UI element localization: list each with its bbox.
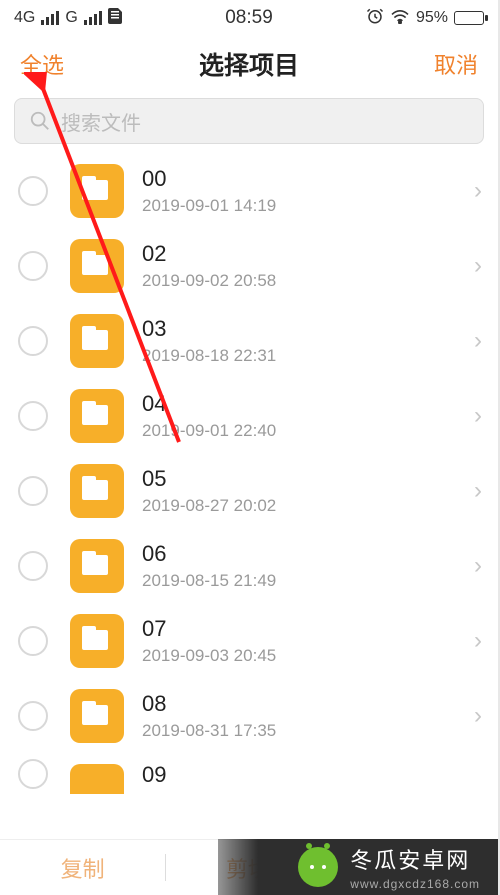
folder-icon (70, 764, 124, 794)
item-name: 00 (142, 166, 474, 192)
checkbox[interactable] (18, 176, 48, 206)
search-input[interactable]: 搜索文件 (14, 98, 484, 144)
network-4g-label: 4G (14, 9, 35, 27)
item-date: 2019-09-01 14:19 (142, 196, 474, 216)
item-name: 02 (142, 241, 474, 267)
copy-button[interactable]: 复制 (0, 840, 165, 895)
checkbox[interactable] (18, 551, 48, 581)
folder-list[interactable]: 00 2019-09-01 14:19 › 02 2019-09-02 20:5… (0, 154, 498, 895)
checkbox[interactable] (18, 401, 48, 431)
item-name: 09 (142, 762, 482, 788)
chevron-right-icon: › (474, 627, 486, 655)
folder-icon (70, 614, 124, 668)
watermark: 冬瓜安卓网 www.dgxcdz168.com (218, 839, 498, 895)
signal-bars-icon (41, 11, 59, 25)
wifi-icon (390, 8, 410, 29)
list-item[interactable]: 02 2019-09-02 20:58 › (0, 228, 498, 303)
item-date: 2019-08-27 20:02 (142, 496, 474, 516)
item-name: 04 (142, 391, 474, 417)
list-item[interactable]: 04 2019-09-01 22:40 › (0, 378, 498, 453)
item-name: 07 (142, 616, 474, 642)
folder-icon (70, 164, 124, 218)
checkbox[interactable] (18, 626, 48, 656)
network-g-label: G (65, 9, 77, 27)
item-name: 03 (142, 316, 474, 342)
item-name: 06 (142, 541, 474, 567)
folder-icon (70, 239, 124, 293)
status-time: 08:59 (225, 7, 273, 29)
chevron-right-icon: › (474, 552, 486, 580)
item-date: 2019-09-02 20:58 (142, 271, 474, 291)
cancel-button[interactable]: 取消 (418, 48, 478, 80)
list-item[interactable]: 06 2019-08-15 21:49 › (0, 528, 498, 603)
item-date: 2019-08-15 21:49 (142, 571, 474, 591)
watermark-name: 冬瓜安卓网 (350, 848, 470, 873)
search-placeholder: 搜索文件 (61, 107, 141, 136)
status-bar: 4G G 08:59 95% (0, 0, 498, 36)
list-item[interactable]: 07 2019-09-03 20:45 › (0, 603, 498, 678)
chevron-right-icon: › (474, 252, 486, 280)
search-icon (29, 110, 51, 132)
item-date: 2019-08-18 22:31 (142, 346, 474, 366)
chevron-right-icon: › (474, 702, 486, 730)
list-item[interactable]: 05 2019-08-27 20:02 › (0, 453, 498, 528)
sim-icon (108, 8, 122, 29)
chevron-right-icon: › (474, 327, 486, 355)
chevron-right-icon: › (474, 402, 486, 430)
folder-icon (70, 464, 124, 518)
select-all-button[interactable]: 全选 (20, 48, 80, 80)
chevron-right-icon: › (474, 477, 486, 505)
item-name: 05 (142, 466, 474, 492)
chevron-right-icon: › (474, 177, 486, 205)
list-item[interactable]: 00 2019-09-01 14:19 › (0, 154, 498, 228)
list-item[interactable]: 09 (0, 753, 498, 794)
battery-icon (454, 11, 484, 25)
folder-icon (70, 689, 124, 743)
item-date: 2019-08-31 17:35 (142, 721, 474, 741)
signal-bars-icon (84, 11, 102, 25)
folder-icon (70, 539, 124, 593)
folder-icon (70, 314, 124, 368)
alarm-icon (366, 7, 384, 30)
item-date: 2019-09-03 20:45 (142, 646, 474, 666)
screen: 4G G 08:59 95% 全选 选择项目 取消 搜索文 (0, 0, 500, 895)
item-name: 08 (142, 691, 474, 717)
watermark-url: www.dgxcdz168.com (350, 877, 480, 891)
page-title: 选择项目 (80, 46, 418, 82)
checkbox[interactable] (18, 476, 48, 506)
battery-text: 95% (416, 9, 448, 27)
list-item[interactable]: 03 2019-08-18 22:31 › (0, 303, 498, 378)
checkbox[interactable] (18, 701, 48, 731)
android-icon (298, 847, 338, 887)
checkbox[interactable] (18, 326, 48, 356)
nav-bar: 全选 选择项目 取消 (0, 36, 498, 92)
list-item[interactable]: 08 2019-08-31 17:35 › (0, 678, 498, 753)
checkbox[interactable] (18, 759, 48, 789)
item-date: 2019-09-01 22:40 (142, 421, 474, 441)
search-wrap: 搜索文件 (0, 92, 498, 154)
folder-icon (70, 389, 124, 443)
checkbox[interactable] (18, 251, 48, 281)
